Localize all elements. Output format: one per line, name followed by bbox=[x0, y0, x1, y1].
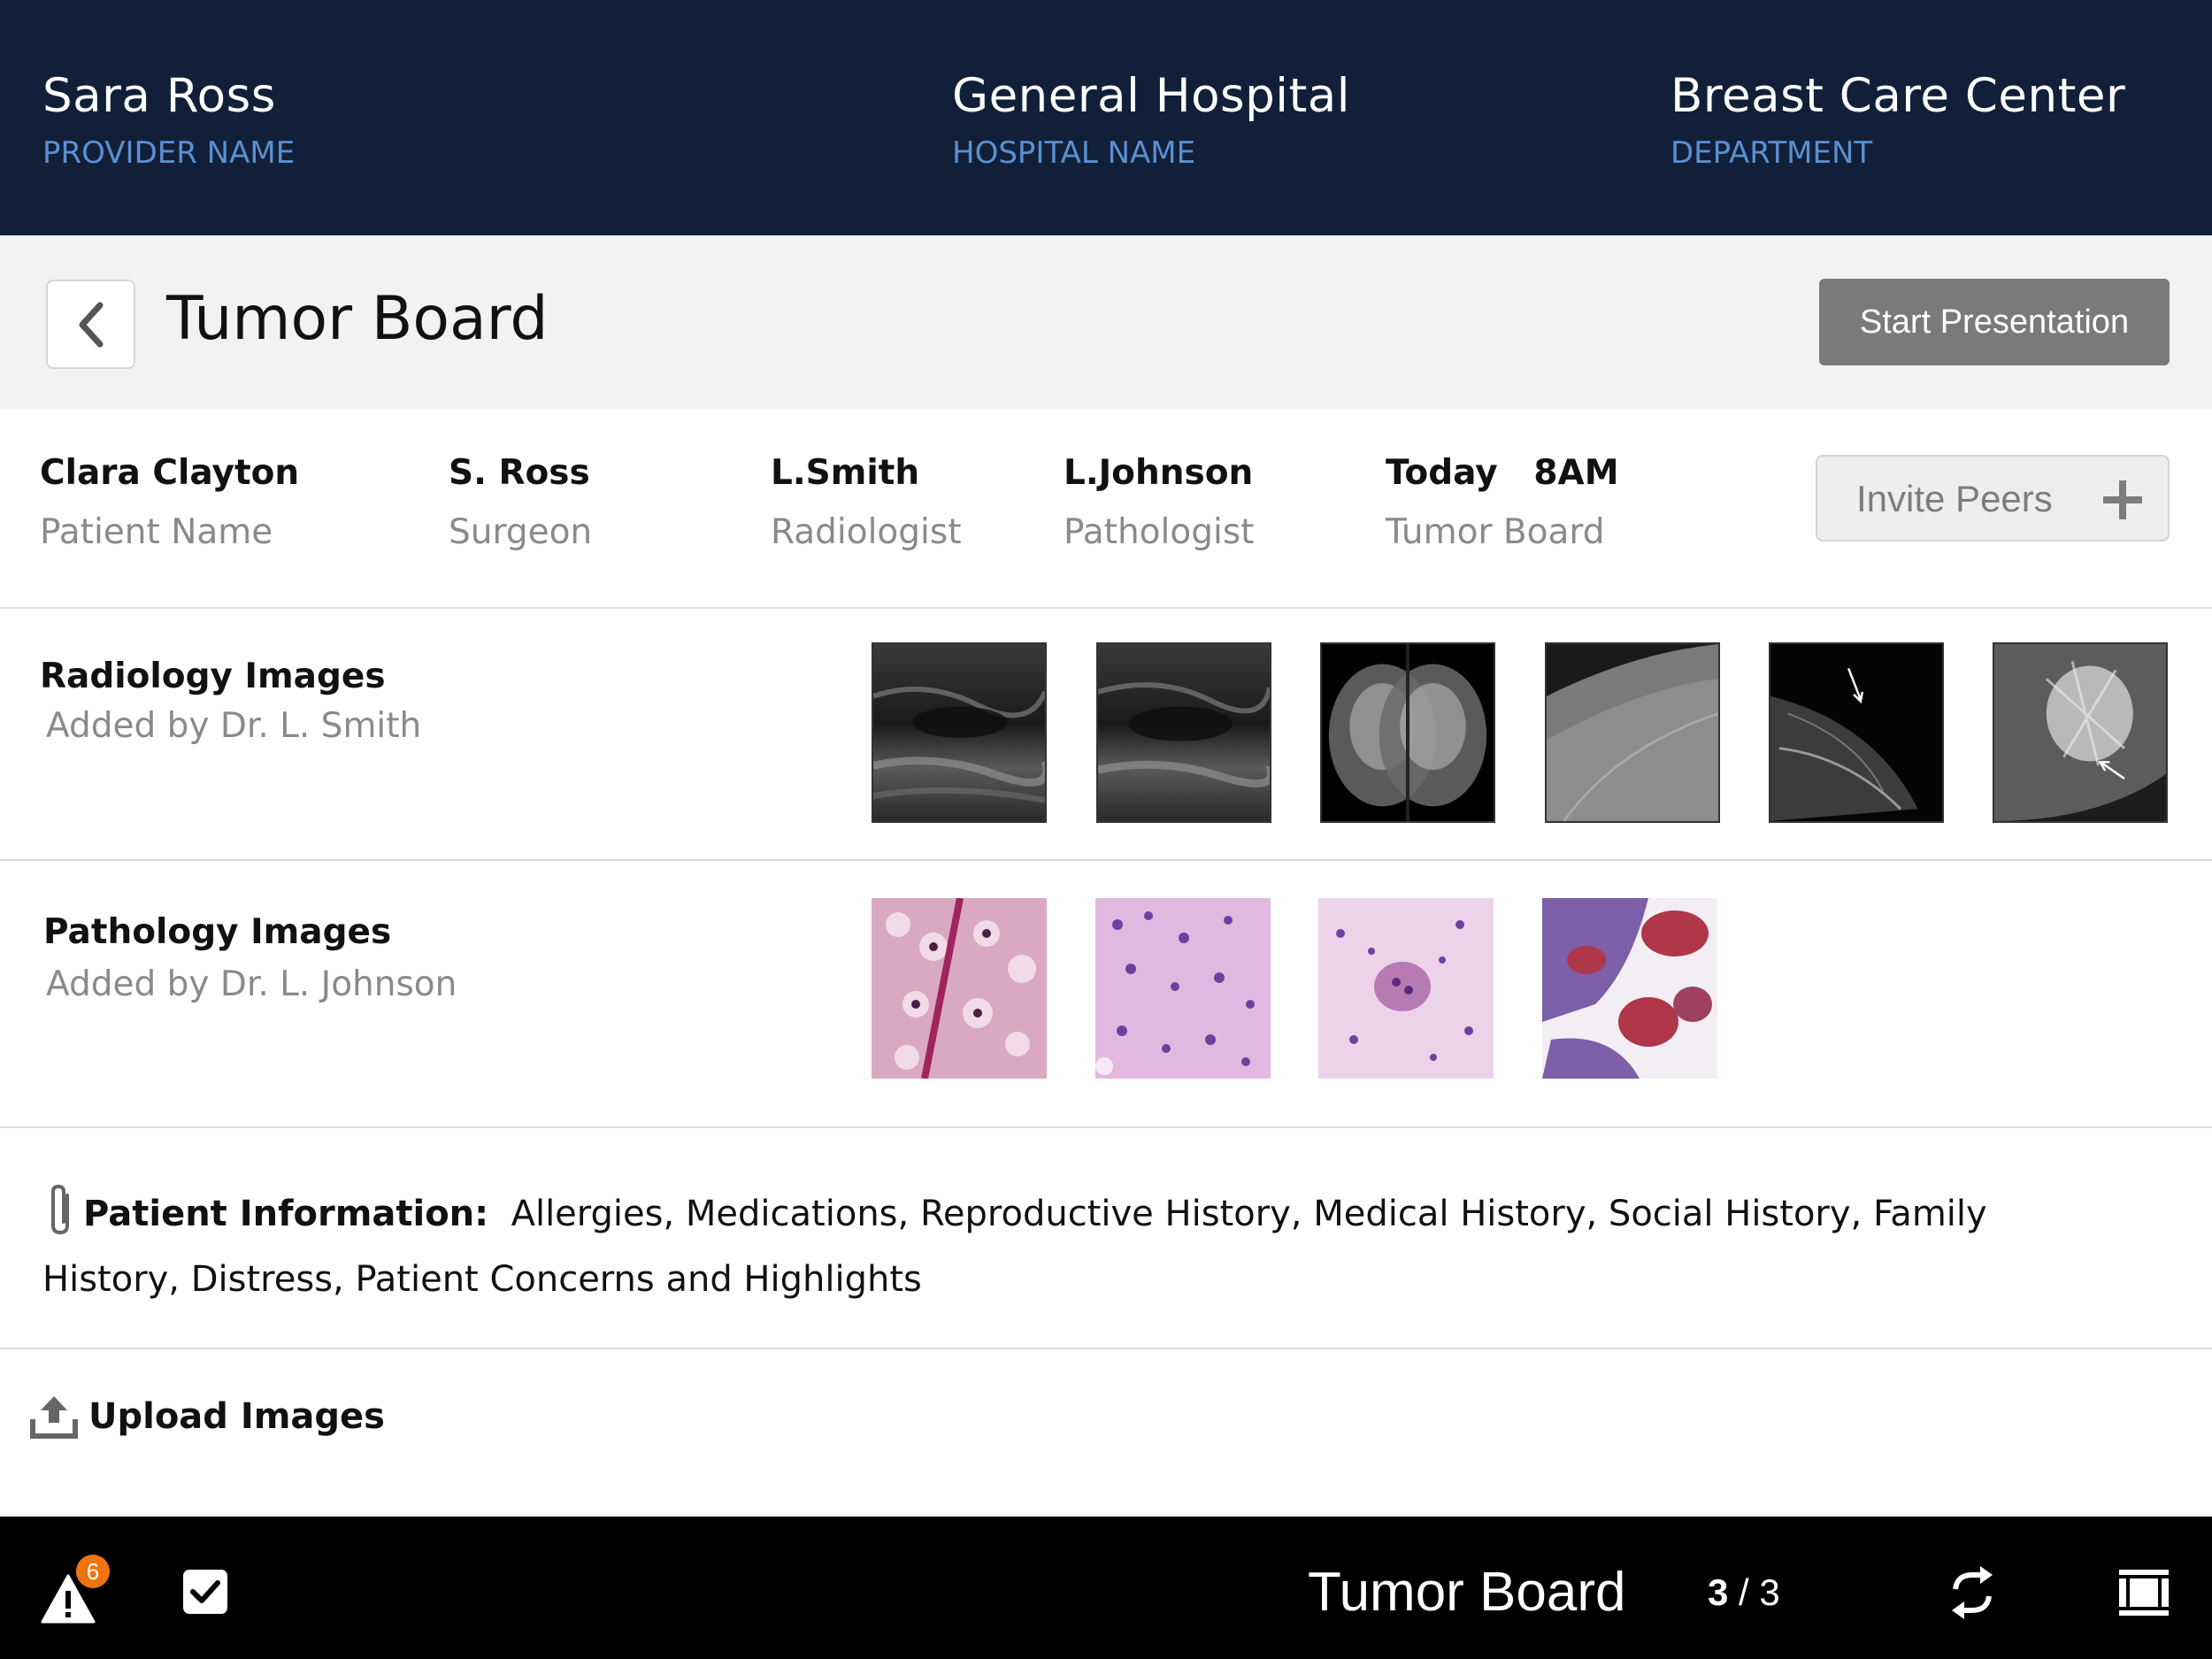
radiology-thumbnail[interactable] bbox=[872, 642, 1047, 823]
pathology-thumbnail[interactable] bbox=[872, 898, 1047, 1079]
participant-role: Radiologist bbox=[771, 512, 962, 552]
meeting-type: Tumor Board bbox=[1386, 512, 1605, 552]
pathology-subtitle: Added by Dr. L. Johnson bbox=[46, 964, 457, 1004]
department-label: DEPARTMENT bbox=[1671, 135, 1873, 171]
meeting-time-value: Today 8AM bbox=[1386, 453, 1619, 493]
layout-icon bbox=[2119, 1570, 2169, 1616]
participant-role: Surgeon bbox=[449, 512, 593, 552]
bottom-bar-title: Tumor Board bbox=[1308, 1562, 1626, 1623]
sync-icon bbox=[1952, 1566, 1993, 1619]
start-presentation-button[interactable]: Start Presentation bbox=[1819, 279, 2170, 365]
upload-images-label: Upload Images bbox=[88, 1396, 385, 1437]
bottom-bar: 6 Tumor Board 3 / 3 bbox=[0, 1517, 2212, 1659]
invite-peers-label: Invite Peers bbox=[1856, 478, 2053, 519]
alerts-badge: 6 bbox=[76, 1555, 110, 1588]
paperclip-icon bbox=[51, 1184, 69, 1235]
provider-name-label: PROVIDER NAME bbox=[42, 135, 296, 171]
layout-button[interactable] bbox=[2119, 1570, 2169, 1616]
tasks-button[interactable] bbox=[181, 1568, 229, 1616]
participant-role: Patient Name bbox=[40, 512, 273, 552]
patient-information-label: Patient Information: bbox=[83, 1194, 489, 1234]
patient-information-section: Patient Information: Allergies, Medicati… bbox=[0, 1128, 2212, 1349]
page-current: 3 bbox=[1708, 1571, 1729, 1613]
title-bar: Tumor Board Start Presentation bbox=[0, 235, 2212, 409]
department-name: Breast Care Center bbox=[1671, 69, 2126, 123]
pathology-thumbnail[interactable] bbox=[1318, 898, 1494, 1079]
plus-icon bbox=[2103, 480, 2142, 519]
patient-information[interactable]: Patient Information: Allergies, Medicati… bbox=[42, 1181, 2078, 1312]
department-info: Breast Care Center DEPARTMENT bbox=[1671, 69, 2125, 171]
radiology-thumbnail[interactable] bbox=[1320, 642, 1495, 823]
back-button[interactable] bbox=[46, 280, 135, 369]
pathology-title: Pathology Images bbox=[43, 912, 392, 952]
participant-radiologist: L.Smith Radiologist bbox=[771, 453, 962, 552]
invite-peers-button[interactable]: Invite Peers bbox=[1816, 455, 2170, 541]
hospital-info: General Hospital HOSPITAL NAME bbox=[952, 69, 1350, 171]
radiology-thumbnail[interactable] bbox=[1769, 642, 1944, 823]
participant-name: L.Smith bbox=[771, 453, 920, 493]
participant-surgeon: S. Ross Surgeon bbox=[449, 453, 592, 552]
provider-info: Sara Ross PROVIDER NAME bbox=[42, 69, 295, 171]
radiology-subtitle: Added by Dr. L. Smith bbox=[46, 706, 422, 746]
page-separator: / bbox=[1728, 1571, 1760, 1613]
page-indicator: 3 / 3 bbox=[1708, 1571, 1780, 1614]
radiology-section: Radiology Images Added by Dr. L. Smith bbox=[0, 609, 2212, 861]
radiology-title: Radiology Images bbox=[40, 657, 386, 696]
page-total: 3 bbox=[1759, 1571, 1780, 1613]
chevron-left-icon bbox=[79, 302, 103, 347]
participant-name: S. Ross bbox=[449, 453, 590, 493]
provider-name: Sara Ross bbox=[42, 69, 276, 123]
participant-role: Pathologist bbox=[1064, 512, 1255, 552]
participant-pathologist: L.Johnson Pathologist bbox=[1064, 453, 1254, 552]
sync-button[interactable] bbox=[1947, 1566, 1998, 1619]
radiology-thumbnail[interactable] bbox=[1096, 642, 1271, 823]
participants-row: Clara Clayton Patient Name S. Ross Surge… bbox=[0, 409, 2212, 609]
participant-patient: Clara Clayton Patient Name bbox=[40, 453, 299, 552]
checkbox-icon bbox=[183, 1570, 227, 1614]
meeting-time: Today 8AM Tumor Board bbox=[1386, 453, 1619, 552]
radiology-thumbnail[interactable] bbox=[1993, 642, 2168, 823]
participant-name: Clara Clayton bbox=[40, 453, 300, 493]
pathology-thumbnail[interactable] bbox=[1095, 898, 1271, 1079]
page-title: Tumor Board bbox=[166, 284, 549, 354]
pathology-thumbnail[interactable] bbox=[1542, 898, 1717, 1079]
upload-images-button[interactable]: Upload Images bbox=[30, 1386, 385, 1448]
header-bar: Sara Ross PROVIDER NAME General Hospital… bbox=[0, 0, 2212, 235]
hospital-name: General Hospital bbox=[952, 69, 1350, 123]
radiology-thumbnail[interactable] bbox=[1545, 642, 1720, 823]
hospital-name-label: HOSPITAL NAME bbox=[952, 135, 1196, 171]
upload-icon bbox=[30, 1396, 78, 1439]
pathology-section: Pathology Images Added by Dr. L. Johnson bbox=[0, 861, 2212, 1128]
participant-name: L.Johnson bbox=[1064, 453, 1254, 493]
